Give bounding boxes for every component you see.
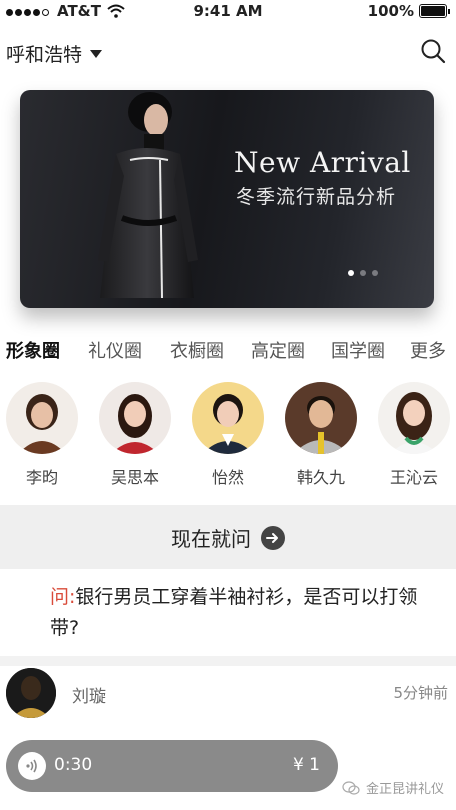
battery-tip [448, 8, 450, 14]
expert-item[interactable]: 李昀 [4, 382, 80, 488]
banner-title: New Arrival [234, 146, 411, 179]
tab-gaoding[interactable]: 高定圈 [251, 337, 305, 363]
avatar[interactable] [192, 382, 264, 454]
caret-down-icon [90, 49, 103, 58]
pager-dot[interactable] [360, 270, 366, 276]
expert-name: 吴思本 [110, 468, 159, 487]
battery-group: 100% [368, 2, 450, 20]
voice-answer-button[interactable]: 0:30 ¥ 1 [6, 740, 338, 792]
avatar[interactable] [6, 382, 78, 454]
status-bar: AT&T 9:41 AM 100% [0, 0, 456, 24]
expert-item[interactable]: 吴思本 [97, 382, 173, 488]
expert-item[interactable]: 韩久九 [283, 382, 359, 488]
tab-guoxue[interactable]: 国学圈 [331, 337, 385, 363]
voice-duration: 0:30 [54, 755, 93, 775]
expert-name: 怡然 [211, 468, 244, 487]
city-label: 呼和浩特 [6, 44, 83, 66]
banner-model-image [98, 92, 198, 299]
avatar[interactable] [378, 382, 450, 454]
tab-xingxiang[interactable]: 形象圈 [6, 337, 60, 363]
question-prefix: 问: [50, 586, 76, 608]
tab-liyi[interactable]: 礼仪圈 [88, 337, 142, 363]
voice-price: ¥ 1 [292, 755, 320, 775]
pager-dot-active[interactable] [348, 270, 354, 276]
watermark: 金正昆讲礼仪 [342, 778, 444, 797]
tab-more[interactable]: 更多 [410, 337, 446, 363]
answer-header: 刘璇 5分钟前 [0, 668, 456, 718]
avatar[interactable] [99, 382, 171, 454]
expert-list: 李昀 吴思本 怡然 韩久九 王沁云 [0, 382, 456, 492]
wechat-icon [342, 780, 360, 795]
ask-now-label: 现在就问 [171, 527, 251, 551]
section-divider [0, 656, 456, 666]
expert-name: 韩久九 [296, 468, 345, 487]
watermark-text: 金正昆讲礼仪 [365, 782, 444, 797]
search-icon[interactable] [420, 38, 446, 64]
answerer-name: 刘璇 [72, 687, 106, 707]
banner-subtitle: 冬季流行新品分析 [236, 186, 397, 208]
question-text[interactable]: 问:银行男员工穿着半袖衬衫，是否可以打领带? [50, 582, 430, 644]
question-body: 银行男员工穿着半袖衬衫，是否可以打领带? [50, 586, 418, 639]
expert-name: 李昀 [25, 468, 58, 487]
promo-banner[interactable]: New Arrival 冬季流行新品分析 [20, 90, 434, 308]
category-tabs: 形象圈 礼仪圈 衣橱圈 高定圈 国学圈 更多 [0, 337, 456, 367]
avatar[interactable] [285, 382, 357, 454]
expert-item[interactable]: 怡然 [190, 382, 266, 488]
pager-dot[interactable] [372, 270, 378, 276]
battery-percent: 100% [367, 2, 414, 20]
expert-name: 王沁云 [389, 468, 438, 487]
avatar[interactable] [6, 668, 56, 718]
ask-now-button[interactable]: 现在就问 [0, 523, 456, 552]
sound-wave-icon [18, 752, 46, 780]
arrow-right-icon [261, 525, 285, 550]
battery-icon [419, 4, 447, 18]
tab-yichu[interactable]: 衣橱圈 [170, 337, 224, 363]
answer-time: 5分钟前 [393, 684, 448, 702]
ask-section: 现在就问 [0, 505, 456, 569]
banner-pager[interactable] [348, 270, 378, 276]
expert-item[interactable]: 王沁云 [376, 382, 452, 488]
top-bar: 呼和浩特 [0, 34, 456, 74]
city-selector[interactable]: 呼和浩特 [6, 40, 103, 67]
